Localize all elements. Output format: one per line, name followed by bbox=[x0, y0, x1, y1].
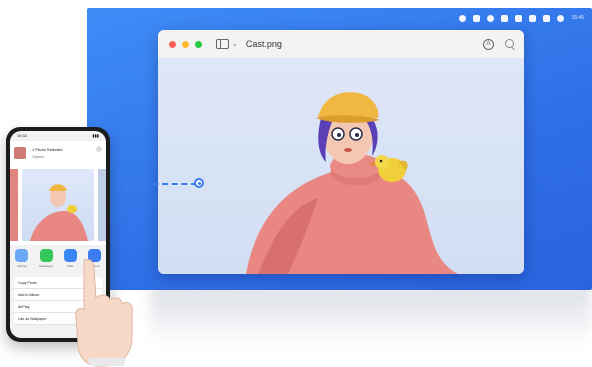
selected-photo-thumbnail bbox=[14, 147, 26, 159]
photo-preview-strip bbox=[10, 165, 106, 245]
character-illustration bbox=[246, 92, 458, 274]
zoom-button[interactable] bbox=[195, 40, 202, 48]
close-icon[interactable] bbox=[96, 146, 102, 152]
image-canvas bbox=[158, 58, 524, 274]
airdrop-icon bbox=[15, 249, 29, 262]
connection-node-end bbox=[194, 178, 204, 188]
volume-icon[interactable] bbox=[473, 14, 481, 22]
phone-clock: 15:32 bbox=[17, 133, 28, 138]
messages-icon bbox=[39, 249, 53, 262]
photo-prev[interactable] bbox=[10, 169, 18, 241]
share-app-messages[interactable]: Messages bbox=[39, 249, 53, 268]
sidebar-toggle-icon[interactable] bbox=[216, 39, 229, 49]
chevron-down-icon[interactable]: ⌄ bbox=[232, 40, 238, 48]
share-options-link[interactable]: Options bbox=[32, 155, 62, 159]
close-button[interactable] bbox=[169, 40, 176, 48]
share-app-label: Messages bbox=[39, 264, 53, 268]
photo-preview[interactable] bbox=[22, 169, 94, 241]
desktop-shadow bbox=[150, 286, 592, 346]
photo-next[interactable] bbox=[98, 169, 106, 241]
battery-icon[interactable] bbox=[515, 14, 523, 22]
network-icon[interactable] bbox=[543, 14, 551, 22]
user-icon[interactable] bbox=[501, 14, 509, 22]
phone-status-bar: 15:32 ▮▮▮ bbox=[10, 131, 106, 141]
record-icon[interactable] bbox=[459, 14, 467, 22]
signal-icon: ▮▮▮ bbox=[92, 133, 99, 138]
share-title: 1 Photo Selected bbox=[32, 147, 63, 152]
share-app-airdrop[interactable]: AirDrop bbox=[15, 249, 29, 268]
window-title: Cast.png bbox=[245, 39, 282, 49]
minimize-button[interactable] bbox=[182, 40, 189, 48]
markup-icon[interactable]: A bbox=[483, 39, 494, 50]
menu-bar: 15:45 bbox=[459, 12, 584, 24]
pointing-hand-icon bbox=[75, 259, 133, 367]
contrast-icon[interactable] bbox=[487, 14, 495, 22]
display-icon[interactable] bbox=[529, 14, 537, 22]
preview-window: ⌄ Cast.png A bbox=[158, 30, 524, 274]
share-app-label: AirDrop bbox=[16, 264, 27, 268]
share-sheet-header: 1 Photo Selected Options bbox=[10, 141, 106, 165]
window-titlebar[interactable]: ⌄ Cast.png A bbox=[158, 30, 524, 59]
photo-illustration bbox=[30, 184, 88, 241]
wifi-icon[interactable] bbox=[557, 14, 565, 22]
search-icon[interactable] bbox=[505, 39, 514, 48]
menubar-clock[interactable]: 15:45 bbox=[571, 15, 584, 21]
